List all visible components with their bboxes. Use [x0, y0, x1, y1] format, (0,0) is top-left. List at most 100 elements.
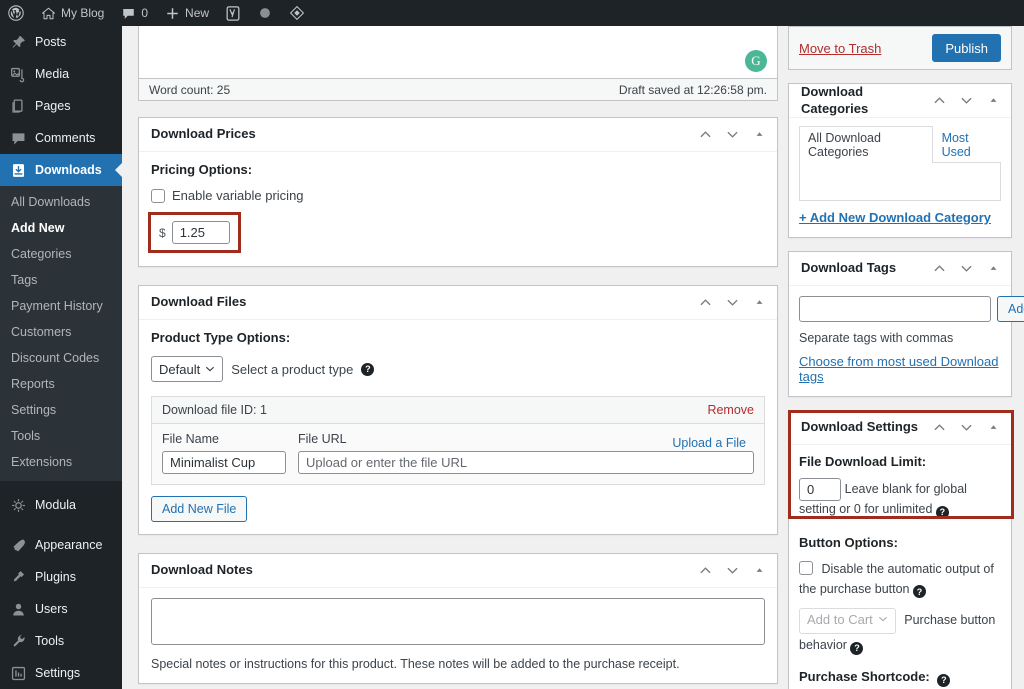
help-icon[interactable]: ?	[850, 641, 864, 655]
move-up-icon[interactable]	[698, 296, 712, 310]
move-down-icon[interactable]	[725, 296, 739, 310]
move-up-icon[interactable]	[698, 128, 712, 142]
sidebar-item-appearance[interactable]: Appearance	[0, 529, 122, 561]
move-up-icon[interactable]	[932, 262, 946, 276]
sidebar-subitem-settings[interactable]: Settings	[0, 397, 122, 423]
remove-file-link[interactable]: Remove	[707, 403, 754, 417]
tab-all-download-categories[interactable]: All Download Categories	[799, 126, 933, 163]
site-name-menu[interactable]: My Blog	[32, 0, 112, 26]
price-input[interactable]	[171, 221, 230, 244]
sidebar-item-users[interactable]: Users	[0, 593, 122, 625]
move-up-icon[interactable]	[698, 564, 712, 578]
wp-logo-menu[interactable]	[0, 0, 32, 26]
file-name-input[interactable]	[162, 451, 286, 474]
move-down-icon[interactable]	[959, 94, 973, 108]
sidebar-item-plugins[interactable]: Plugins	[0, 561, 122, 593]
toggle-panel-icon[interactable]	[752, 296, 766, 310]
toggle-panel-icon[interactable]	[752, 128, 766, 142]
sidebar-subitem-categories[interactable]: Categories	[0, 241, 122, 267]
download-tags-panel: Download Tags Add Separate tags with com…	[788, 251, 1024, 397]
category-list-box[interactable]	[799, 163, 1001, 201]
download-notes-panel: Download Notes Special notes or instruct…	[138, 553, 778, 684]
grammarly-icon[interactable]: G	[745, 50, 767, 72]
chevron-down-icon	[878, 608, 888, 633]
help-icon[interactable]: ?	[361, 362, 375, 376]
file-url-input[interactable]	[298, 451, 754, 474]
sidebar-item-downloads[interactable]: Downloads	[0, 154, 122, 186]
chevron-down-icon	[205, 362, 215, 377]
sidebar-subitem-customers[interactable]: Customers	[0, 319, 122, 345]
word-count-label: Word count: 25	[149, 82, 231, 97]
help-icon[interactable]: ?	[935, 505, 949, 519]
download-notes-description: Special notes or instructions for this p…	[151, 657, 680, 671]
sidebar-item-tools[interactable]: Tools	[0, 625, 122, 657]
comments-icon	[9, 129, 27, 147]
toggle-panel-icon[interactable]	[986, 262, 1000, 276]
yoast-menu[interactable]	[217, 0, 249, 26]
help-icon[interactable]: ?	[912, 585, 926, 599]
publish-button[interactable]: Publish	[932, 34, 1001, 62]
product-type-select[interactable]: Default	[151, 356, 224, 382]
diamond-menu[interactable]	[281, 0, 313, 26]
panel-controls	[698, 564, 766, 578]
toggle-panel-icon[interactable]	[986, 94, 1000, 108]
sidebar-subitem-payment-history[interactable]: Payment History	[0, 293, 122, 319]
most-used-tags-link[interactable]: Choose from most used Download tags	[799, 354, 998, 384]
add-tag-button[interactable]: Add	[997, 296, 1024, 322]
download-tags-header: Download Tags	[789, 252, 1011, 286]
move-down-icon[interactable]	[725, 128, 739, 142]
upload-a-file-link[interactable]: Upload a File	[672, 436, 746, 450]
litespeed-menu[interactable]	[249, 0, 281, 26]
download-notes-textarea[interactable]	[151, 598, 765, 645]
toggle-panel-icon[interactable]	[986, 421, 1000, 435]
comments-bubble[interactable]: 0	[112, 0, 156, 26]
add-new-download-category-link[interactable]: + Add New Download Category	[799, 210, 991, 225]
new-content-menu[interactable]: New	[156, 0, 217, 26]
product-type-options-label: Product Type Options:	[151, 330, 291, 345]
new-label: New	[185, 6, 210, 20]
sidebar-subitem-tags[interactable]: Tags	[0, 267, 122, 293]
move-down-icon[interactable]	[959, 262, 973, 276]
move-up-icon[interactable]	[932, 421, 946, 435]
download-prices-body: Pricing Options: Enable variable pricing…	[139, 152, 777, 266]
file-download-limit-input[interactable]	[799, 478, 841, 501]
sidebar-subitem-reports[interactable]: Reports	[0, 371, 122, 397]
move-down-icon[interactable]	[725, 564, 739, 578]
enable-variable-pricing-checkbox[interactable]	[151, 188, 165, 203]
downloads-icon	[9, 161, 27, 179]
purchase-button-behavior-select[interactable]: Add to Cart	[799, 607, 896, 634]
purchase-shortcode-label: Purchase Shortcode:	[799, 669, 930, 685]
sidebar-item-settings[interactable]: Settings	[0, 657, 122, 689]
sidebar-subitem-add-new[interactable]: Add New	[0, 215, 122, 241]
sidebar-subitem-discount-codes[interactable]: Discount Codes	[0, 345, 122, 371]
sidebar-item-modula[interactable]: Modula	[0, 489, 122, 521]
help-icon[interactable]: ?	[937, 673, 951, 687]
tab-most-used[interactable]: Most Used	[933, 126, 1001, 163]
users-icon	[9, 600, 27, 618]
sidebar-subitem-extensions[interactable]: Extensions	[0, 449, 122, 475]
sidebar-item-pages[interactable]: Pages	[0, 90, 122, 122]
tools-icon	[9, 632, 27, 650]
add-new-file-button[interactable]: Add New File	[151, 496, 248, 522]
toggle-panel-icon[interactable]	[752, 564, 766, 578]
modula-icon	[9, 496, 27, 514]
sidebar-item-media[interactable]: Media	[0, 58, 122, 90]
download-categories-body: All Download Categories Most Used + Add …	[789, 118, 1011, 237]
post-editor-area[interactable]: G	[138, 26, 778, 79]
disable-purchase-button-label: Disable the automatic output of the purc…	[799, 561, 994, 596]
home-icon	[40, 5, 56, 21]
sidebar-item-posts[interactable]: Posts	[0, 26, 122, 58]
sidebar-item-comments[interactable]: Comments	[0, 122, 122, 154]
tag-input[interactable]	[799, 296, 991, 322]
file-download-limit-label: File Download Limit:	[799, 454, 927, 469]
move-up-icon[interactable]	[932, 94, 946, 108]
download-file-row-body: File Name File URL Upload a File	[151, 423, 765, 485]
sidebar-subitem-all-downloads[interactable]: All Downloads	[0, 189, 122, 215]
download-settings-panel: Download Settings File Download Limit: L…	[788, 410, 1014, 689]
download-settings-body: File Download Limit: Leave blank for glo…	[789, 445, 1011, 689]
move-down-icon[interactable]	[959, 421, 973, 435]
move-to-trash-link[interactable]: Move to Trash	[799, 41, 881, 56]
wordpress-logo-icon	[8, 5, 24, 21]
disable-purchase-button-checkbox[interactable]	[799, 560, 813, 575]
sidebar-subitem-tools[interactable]: Tools	[0, 423, 122, 449]
